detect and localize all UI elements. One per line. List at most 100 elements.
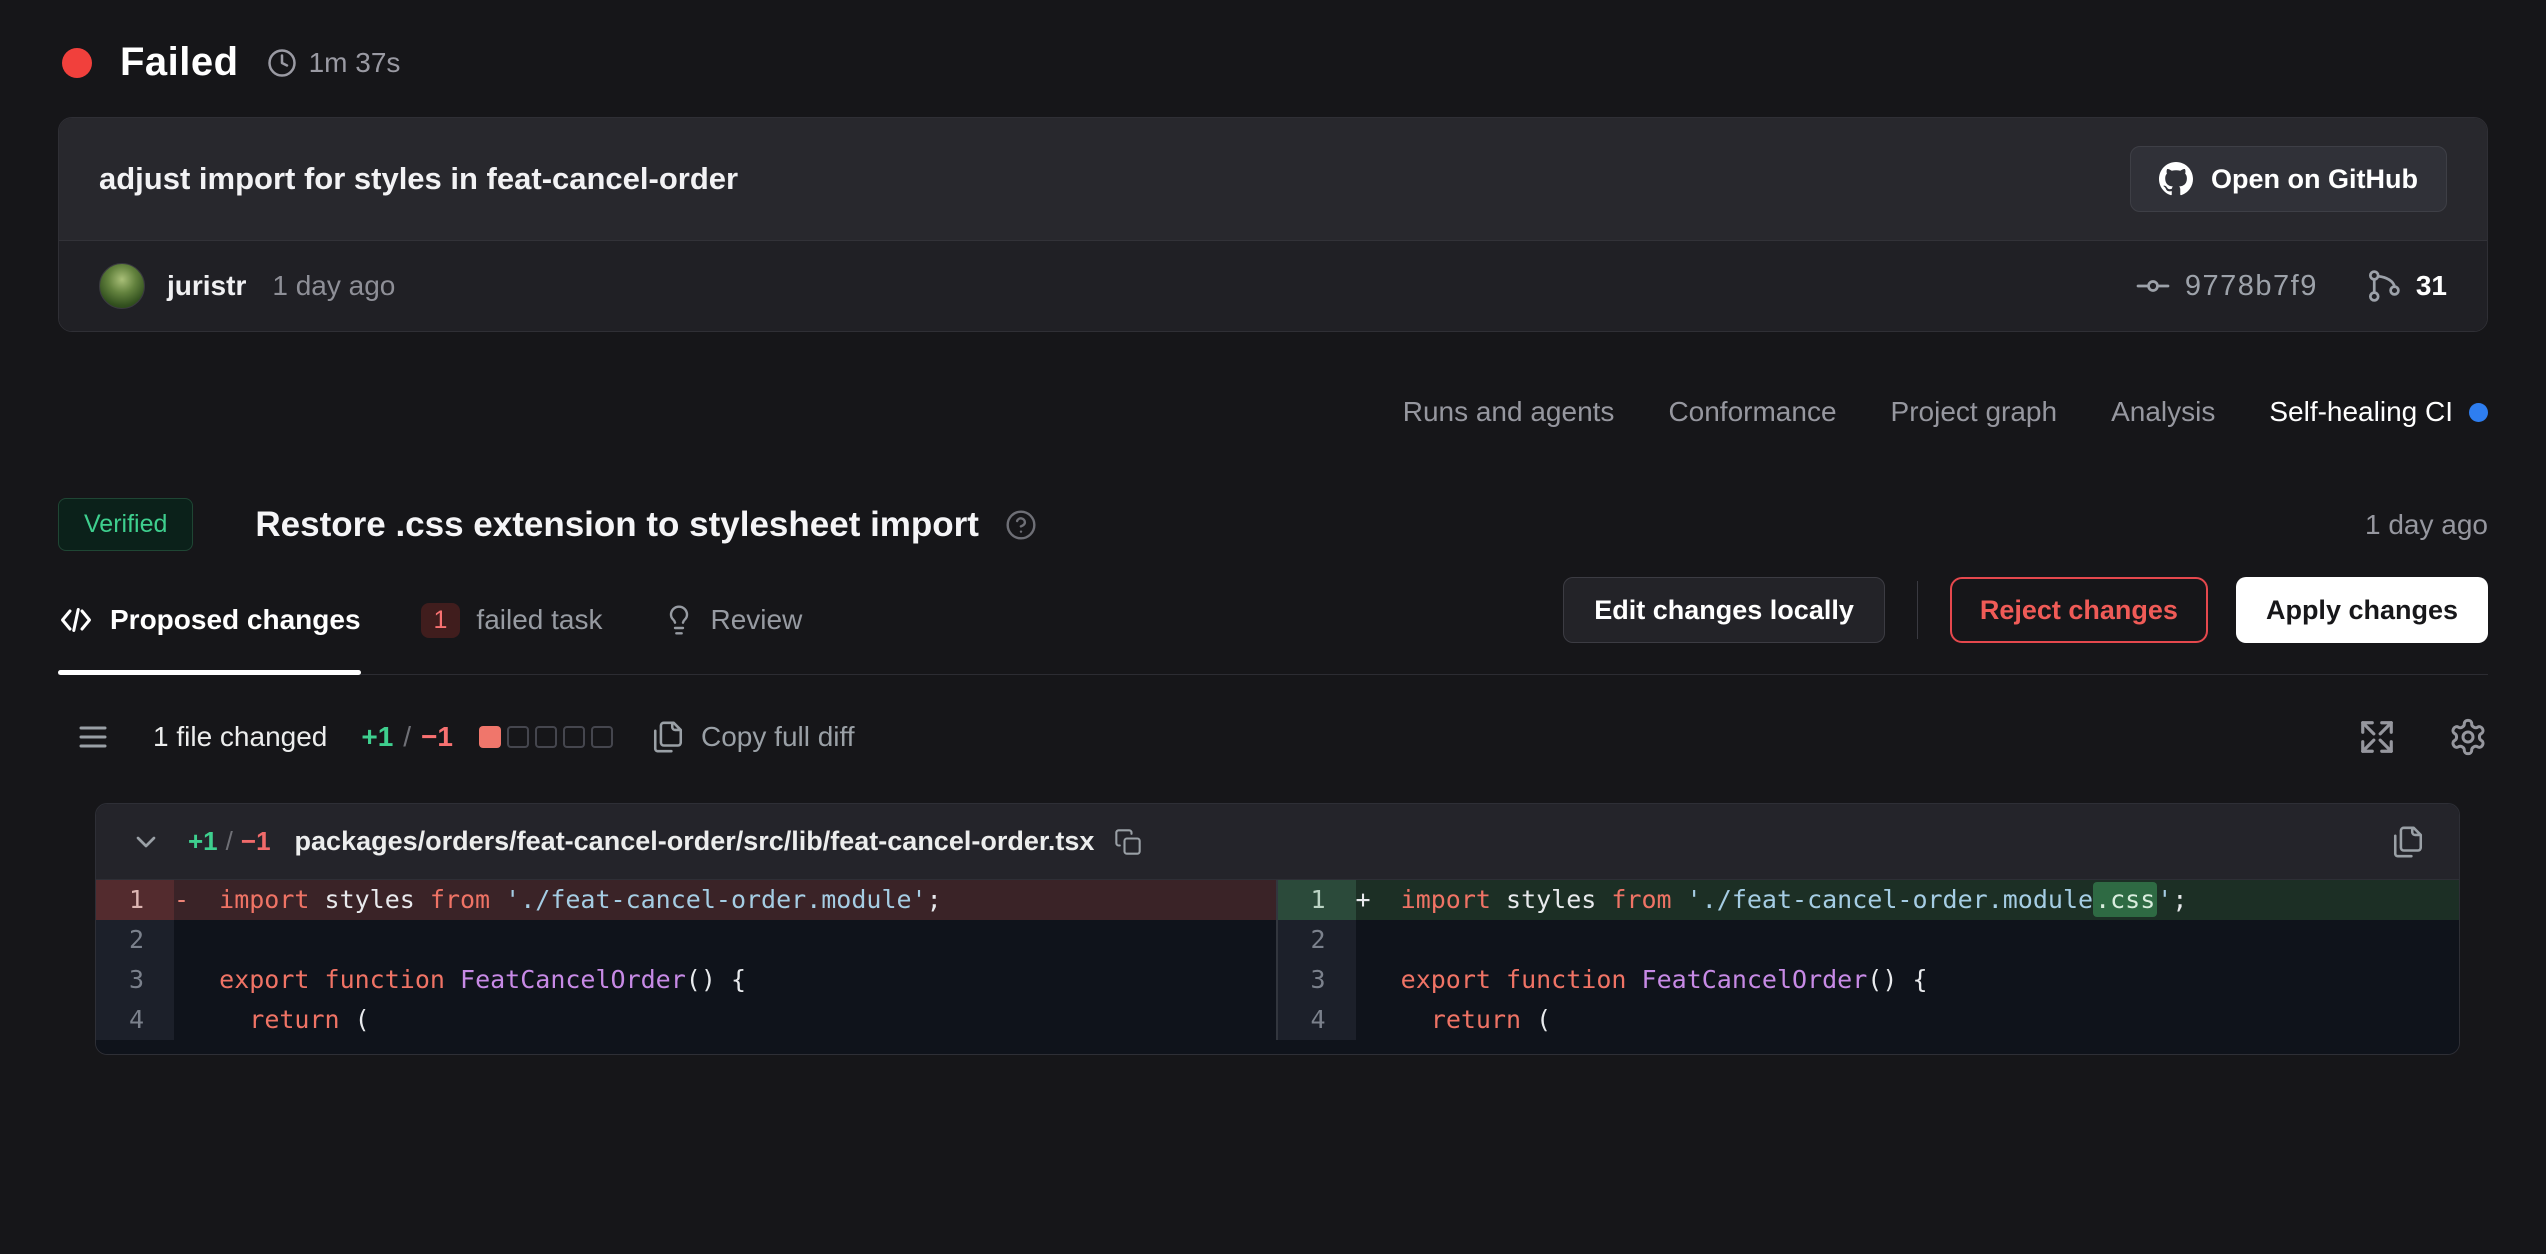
change-square-filled (479, 726, 501, 748)
tab-label: Proposed changes (110, 604, 361, 636)
diff-line: 1- import styles from './feat-cancel-ord… (96, 880, 1276, 920)
change-square-empty (591, 726, 613, 748)
fullscreen-icon[interactable] (2358, 718, 2396, 756)
git-branch-icon (2366, 268, 2402, 304)
notification-dot (2469, 403, 2488, 422)
chevron-down-icon[interactable] (130, 826, 162, 858)
tab-label: failed task (476, 604, 602, 636)
copy-path-icon[interactable] (1114, 828, 1142, 856)
code-line: return ( (1356, 1000, 2460, 1040)
change-square-empty (563, 726, 585, 748)
workspace-nav: Runs and agents Conformance Project grap… (0, 396, 2546, 428)
diff-line: 3 export function FeatCancelOrder() { (1278, 960, 2460, 1000)
fix-title: Restore .css extension to stylesheet imp… (255, 505, 979, 545)
commit-meta-row: juristr 1 day ago 9778b7f9 31 (59, 240, 2487, 331)
nav-item-project-graph[interactable]: Project graph (1891, 396, 2058, 428)
additions-count: +1 (361, 721, 393, 753)
file-list-menu-icon[interactable] (75, 719, 111, 755)
apply-changes-button[interactable]: Apply changes (2236, 577, 2488, 643)
change-square-empty (535, 726, 557, 748)
separator: / (226, 826, 233, 857)
commit-time: 1 day ago (272, 270, 395, 302)
actions-divider (1917, 581, 1918, 639)
code-line: + import styles from './feat-cancel-orde… (1356, 880, 2460, 920)
diff-line: 2 (1278, 920, 2460, 960)
edit-changes-locally-button[interactable]: Edit changes locally (1563, 577, 1885, 643)
nav-item-label: Self-healing CI (2269, 396, 2453, 428)
nav-item-analysis[interactable]: Analysis (2111, 396, 2215, 428)
code-icon (58, 602, 94, 638)
fix-time: 1 day ago (2365, 509, 2488, 541)
diff-before-pane[interactable]: 1- import styles from './feat-cancel-ord… (96, 880, 1278, 1040)
status-label: Failed (120, 40, 239, 85)
commit-author: juristr 1 day ago (99, 263, 395, 309)
run-status-row: Failed 1m 37s (0, 0, 2546, 85)
diff-line: 3 export function FeatCancelOrder() { (96, 960, 1276, 1000)
copy-full-diff-button[interactable]: Copy full diff (651, 720, 855, 754)
commit-icon (2135, 268, 2171, 304)
github-icon (2159, 162, 2193, 196)
diff-toolbar: 1 file changed +1 / −1 Copy full diff (0, 717, 2546, 757)
changes-count-group[interactable]: 31 (2366, 268, 2447, 304)
line-number: 1 (96, 880, 174, 920)
deletions-count: −1 (421, 721, 453, 753)
line-number: 2 (1278, 920, 1356, 960)
nav-item-runs-and-agents[interactable]: Runs and agents (1403, 396, 1615, 428)
separator: / (403, 721, 411, 753)
file-path: packages/orders/feat-cancel-order/src/li… (295, 826, 1095, 857)
nav-item-self-healing-ci[interactable]: Self-healing CI (2269, 396, 2488, 428)
line-number: 1 (1278, 880, 1356, 920)
diff-line: 4 return ( (1278, 1000, 2460, 1040)
diff-line: 2 (96, 920, 1276, 960)
line-number: 3 (96, 960, 174, 1000)
fix-header: Verified Restore .css extension to style… (0, 498, 2546, 551)
diff-line: 4 return ( (96, 1000, 1276, 1040)
line-number: 4 (96, 1000, 174, 1040)
open-on-github-label: Open on GitHub (2211, 164, 2418, 195)
run-duration: 1m 37s (267, 47, 401, 79)
code-line (1356, 920, 2460, 960)
tab-failed-task[interactable]: 1 failed task (421, 565, 603, 675)
author-avatar[interactable] (99, 263, 145, 309)
commit-message: adjust import for styles in feat-cancel-… (99, 161, 738, 197)
diff-line: 1+ import styles from './feat-cancel-ord… (1278, 880, 2460, 920)
code-line: export function FeatCancelOrder() { (174, 960, 1276, 1000)
nav-item-conformance[interactable]: Conformance (1668, 396, 1836, 428)
change-square-empty (507, 726, 529, 748)
commit-hash-group[interactable]: 9778b7f9 (2135, 268, 2318, 304)
diff-change-squares (479, 726, 613, 748)
line-number: 2 (96, 920, 174, 960)
line-number: 3 (1278, 960, 1356, 1000)
copy-file-icon (651, 720, 685, 754)
code-line: - import styles from './feat-cancel-orde… (174, 880, 1276, 920)
files-changed-label: 1 file changed (153, 721, 327, 753)
diff-file-header[interactable]: +1 / −1 packages/orders/feat-cancel-orde… (96, 804, 2459, 880)
code-line: export function FeatCancelOrder() { (1356, 960, 2460, 1000)
fix-action-buttons: Edit changes locally Reject changes Appl… (1563, 577, 2488, 643)
tabs-and-actions-row: Proposed changes 1 failed task Review Ed… (0, 565, 2546, 675)
changes-count: 31 (2416, 270, 2447, 302)
clock-icon (267, 48, 297, 78)
reject-changes-button[interactable]: Reject changes (1950, 577, 2208, 643)
open-on-github-button[interactable]: Open on GitHub (2130, 146, 2447, 212)
commit-card-header: adjust import for styles in feat-cancel-… (59, 118, 2487, 240)
diff-split-view: 1- import styles from './feat-cancel-ord… (96, 880, 2459, 1054)
fix-tabs: Proposed changes 1 failed task Review (58, 565, 802, 675)
diff-after-pane[interactable]: 1+ import styles from './feat-cancel-ord… (1278, 880, 2460, 1040)
line-number: 4 (1278, 1000, 1356, 1040)
status-failed-dot (62, 48, 92, 78)
file-deletions: −1 (241, 826, 271, 857)
gear-icon[interactable] (2448, 717, 2488, 757)
diff-card: +1 / −1 packages/orders/feat-cancel-orde… (95, 803, 2460, 1055)
failed-count-badge: 1 (421, 603, 461, 638)
commit-card: adjust import for styles in feat-cancel-… (58, 117, 2488, 332)
code-line: return ( (174, 1000, 1276, 1040)
tab-review[interactable]: Review (663, 565, 803, 675)
copy-file-diff-icon[interactable] (2391, 825, 2425, 859)
tab-proposed-changes[interactable]: Proposed changes (58, 565, 361, 675)
tab-label: Review (711, 604, 803, 636)
help-icon[interactable] (1005, 509, 1037, 541)
commit-hash: 9778b7f9 (2185, 270, 2318, 303)
author-name: juristr (167, 270, 246, 302)
copy-full-diff-label: Copy full diff (701, 721, 855, 753)
